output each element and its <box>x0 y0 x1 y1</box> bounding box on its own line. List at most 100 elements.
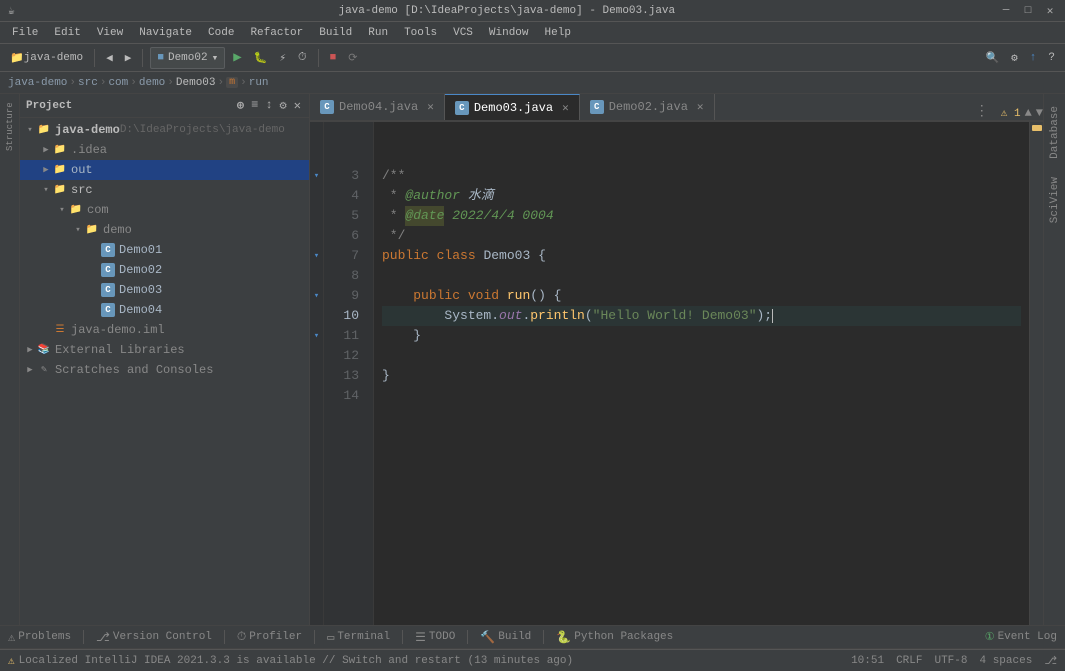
code-editor[interactable]: ▾ ▾ ▾ ▾ 3 4 5 6 7 <box>310 122 1043 625</box>
profile-button[interactable]: ⏱ <box>294 47 311 69</box>
menu-item-edit[interactable]: Edit <box>46 25 88 41</box>
config-icon: ■ <box>157 52 164 64</box>
expand-arrow-root: ▾ <box>24 125 36 135</box>
vc-label: Version Control <box>113 631 212 643</box>
tab-close-demo02[interactable]: ✕ <box>697 100 704 114</box>
fold-marker-14 <box>310 386 323 406</box>
menu-item-navigate[interactable]: Navigate <box>131 25 200 41</box>
rebuild-button[interactable]: ⟳ <box>344 47 361 69</box>
tree-label-demo: demo <box>103 223 132 237</box>
breadcrumb-item-com[interactable]: com <box>108 77 128 89</box>
help-button[interactable]: ? <box>1044 47 1059 69</box>
menu-item-file[interactable]: File <box>4 25 46 41</box>
navigate-forward[interactable]: ▶ <box>121 47 136 69</box>
demo02-tab-icon: C <box>590 100 604 114</box>
version-control-button[interactable]: ⎇ Version Control <box>96 630 212 645</box>
date-value: 2022/4/4 0004 <box>444 206 553 226</box>
terminal-button[interactable]: ▭ Terminal <box>327 630 390 645</box>
menu-item-tools[interactable]: Tools <box>396 25 445 41</box>
navigate-back[interactable]: ◀ <box>102 47 117 69</box>
project-dropdown[interactable]: 📁 java-demo <box>6 47 87 69</box>
demo-folder-icon: 📁 <box>84 222 100 238</box>
menu-item-window[interactable]: Window <box>481 25 537 41</box>
build-button[interactable]: 🔨 Build <box>480 630 531 645</box>
menu-item-code[interactable]: Code <box>200 25 242 41</box>
fold-marker-7: ▾ <box>310 246 323 266</box>
navigate-warnings-down[interactable]: ▼ <box>1036 106 1043 120</box>
encoding-indicator[interactable]: UTF-8 <box>934 655 967 667</box>
tree-item-iml[interactable]: ☰ java-demo.iml <box>20 320 309 340</box>
breadcrumb-item-class[interactable]: Demo03 <box>176 77 216 89</box>
app-icon: ☕ <box>8 4 15 18</box>
collapse-all-icon[interactable]: ≡ <box>249 97 260 114</box>
todo-button[interactable]: ☰ TODO <box>415 630 455 645</box>
project-settings-icon[interactable]: ⚙ <box>278 97 289 114</box>
tree-item-demo01[interactable]: C Demo01 <box>20 240 309 260</box>
menu-item-vcs[interactable]: VCS <box>445 25 481 41</box>
breadcrumb-item-project[interactable]: java-demo <box>8 77 67 89</box>
close-panel-icon[interactable]: ✕ <box>292 97 303 114</box>
sciview-tab[interactable]: SciView <box>1047 169 1063 231</box>
line-sep-indicator[interactable]: CRLF <box>896 655 922 667</box>
code-content[interactable]: /** * @author 水滴 * @date 2022/4/4 0004 *… <box>374 122 1029 625</box>
maximize-button[interactable]: □ <box>1021 4 1035 18</box>
menu-item-view[interactable]: View <box>89 25 131 41</box>
tree-item-demo02[interactable]: C Demo02 <box>20 260 309 280</box>
coverage-button[interactable]: ⚡ <box>275 47 290 69</box>
tree-item-root[interactable]: ▾ 📁 java-demo D:\IdeaProjects\java-demo <box>20 120 309 140</box>
menu-item-build[interactable]: Build <box>311 25 360 41</box>
settings-button[interactable]: ⚙ <box>1007 47 1022 69</box>
menu-item-help[interactable]: Help <box>537 25 579 41</box>
indent-indicator[interactable]: 4 spaces <box>980 655 1033 667</box>
profiler-button[interactable]: ⏱ Profiler <box>237 630 302 644</box>
tab-demo03[interactable]: C Demo03.java ✕ <box>445 94 580 120</box>
tree-item-demo[interactable]: ▾ 📁 demo <box>20 220 309 240</box>
menu-item-refactor[interactable]: Refactor <box>242 25 311 41</box>
minimize-button[interactable]: ─ <box>999 4 1013 18</box>
run-config-dropdown[interactable]: ■ Demo02 ▾ <box>150 47 225 69</box>
database-tab[interactable]: Database <box>1047 98 1063 167</box>
update-button[interactable]: ↑ <box>1026 47 1041 69</box>
tab-close-demo03[interactable]: ✕ <box>562 101 569 115</box>
close-button[interactable]: ✕ <box>1043 4 1057 18</box>
tab-demo04[interactable]: C Demo04.java ✕ <box>310 94 445 120</box>
tree-item-com[interactable]: ▾ 📁 com <box>20 200 309 220</box>
tabs-more-button[interactable]: ⋮ <box>967 103 997 120</box>
tab-close-demo04[interactable]: ✕ <box>427 100 434 114</box>
problems-icon: ⚠ <box>8 630 15 645</box>
src-folder-icon: 📁 <box>52 182 68 198</box>
navigate-warnings-up[interactable]: ▲ <box>1025 106 1032 120</box>
locate-icon[interactable]: ⊕ <box>235 97 246 114</box>
problems-button[interactable]: ⚠ Problems <box>8 630 71 645</box>
tree-item-idea[interactable]: ▶ 📁 .idea <box>20 140 309 160</box>
breadcrumb-item-method[interactable]: run <box>249 77 269 89</box>
status-message[interactable]: Localized IntelliJ IDEA 2021.3.3 is avai… <box>19 655 574 667</box>
tab-demo02[interactable]: C Demo02.java ✕ <box>580 94 715 120</box>
event-log-button[interactable]: ① Event Log <box>985 630 1057 644</box>
run-button[interactable]: ▶ <box>229 47 245 69</box>
python-packages-button[interactable]: 🐍 Python Packages <box>556 630 673 645</box>
fold-marker-6 <box>310 226 323 246</box>
search-everywhere-button[interactable]: 🔍 <box>981 47 1003 69</box>
tree-item-demo03[interactable]: C Demo03 <box>20 280 309 300</box>
tree-item-ext-libs[interactable]: ▶ 📚 External Libraries <box>20 340 309 360</box>
line-col-indicator[interactable]: 10:51 <box>851 655 884 667</box>
tree-item-scratches[interactable]: ▶ ✎ Scratches and Consoles <box>20 360 309 380</box>
menu-item-run[interactable]: Run <box>360 25 396 41</box>
tree-item-src[interactable]: ▾ 📁 src <box>20 180 309 200</box>
breadcrumb-item-demo[interactable]: demo <box>139 77 165 89</box>
code-line-7: public class Demo03 { <box>382 246 1021 266</box>
structure-icon[interactable]: Structure <box>1 118 19 136</box>
fold-marker-3: ▾ <box>310 166 323 186</box>
warning-count-badge: ⚠ 1 <box>1001 106 1021 120</box>
com-folder-icon: 📁 <box>68 202 84 218</box>
tree-label-root: java-demo <box>55 123 120 137</box>
breadcrumb-item-src[interactable]: src <box>78 77 98 89</box>
sort-icon[interactable]: ↕ <box>263 97 274 114</box>
tree-item-demo04[interactable]: C Demo04 <box>20 300 309 320</box>
bt-sep-1 <box>83 630 84 644</box>
stop-button[interactable]: ■ <box>326 47 341 69</box>
debug-button[interactable]: 🐛 <box>250 47 272 69</box>
tree-item-out[interactable]: ▶ 📁 out <box>20 160 309 180</box>
editor-top-right: ⚠ 1 ▲ ▼ <box>1001 106 1043 120</box>
